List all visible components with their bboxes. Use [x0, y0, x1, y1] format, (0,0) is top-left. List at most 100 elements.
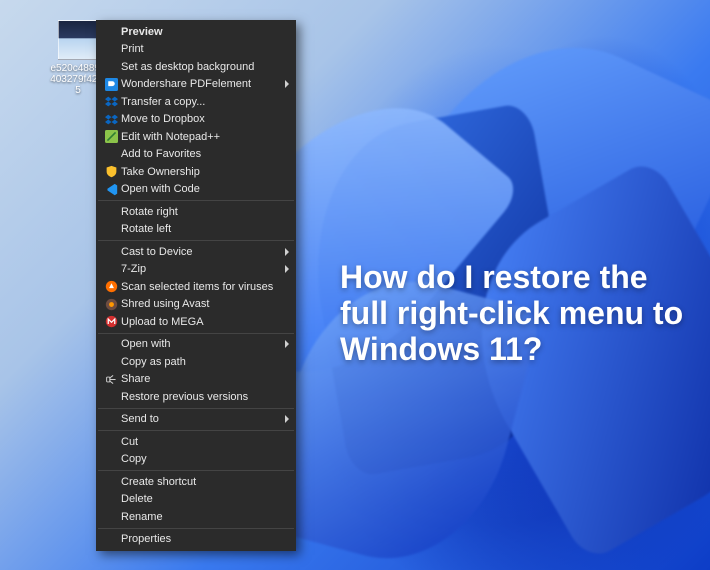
menu-item-7-zip[interactable]: 7-Zip	[97, 261, 295, 279]
submenu-arrow-icon	[285, 80, 289, 88]
menu-item-label: Edit with Notepad++	[121, 131, 277, 143]
menu-item-label: Properties	[121, 533, 277, 545]
menu-separator	[98, 200, 294, 201]
menu-item-label: Rotate left	[121, 223, 277, 235]
menu-item-label: Rotate right	[121, 206, 277, 218]
blank-icon	[101, 205, 121, 219]
menu-item-rename[interactable]: Rename	[97, 508, 295, 526]
menu-item-create-shortcut[interactable]: Create shortcut	[97, 473, 295, 491]
blank-icon	[101, 510, 121, 524]
menu-item-upload-to-mega[interactable]: Upload to MEGA	[97, 313, 295, 331]
menu-item-label: Delete	[121, 493, 277, 505]
menu-item-edit-with-notepad[interactable]: Edit with Notepad++	[97, 128, 295, 146]
menu-item-label: Copy as path	[121, 356, 277, 368]
menu-item-wondershare-pdfelement[interactable]: Wondershare PDFelement	[97, 76, 295, 94]
notepadpp-icon	[101, 130, 121, 144]
blank-icon	[101, 532, 121, 546]
menu-item-restore-previous-versions[interactable]: Restore previous versions	[97, 388, 295, 406]
menu-item-label: Move to Dropbox	[121, 113, 277, 125]
menu-separator	[98, 408, 294, 409]
blank-icon	[101, 355, 121, 369]
menu-item-label: Rename	[121, 511, 277, 523]
menu-item-cut[interactable]: Cut	[97, 433, 295, 451]
menu-item-label: Transfer a copy...	[121, 96, 277, 108]
avast-dark-icon	[101, 297, 121, 311]
menu-item-label: Copy	[121, 453, 277, 465]
menu-item-label: Open with	[121, 338, 277, 350]
file-thumbnail-icon	[58, 20, 98, 60]
menu-item-cast-to-device[interactable]: Cast to Device	[97, 243, 295, 261]
desktop-wallpaper: e520c48899403279f429f5 PreviewPrintSet a…	[0, 0, 710, 570]
dropbox-icon	[101, 112, 121, 126]
blank-icon	[101, 262, 121, 276]
menu-item-take-ownership[interactable]: Take Ownership	[97, 163, 295, 181]
dropbox-icon	[101, 95, 121, 109]
menu-separator	[98, 470, 294, 471]
blank-icon	[101, 25, 121, 39]
menu-item-rotate-right[interactable]: Rotate right	[97, 203, 295, 221]
menu-item-label: Wondershare PDFelement	[121, 78, 277, 90]
menu-item-label: Share	[121, 373, 277, 385]
submenu-arrow-icon	[285, 248, 289, 256]
menu-item-shred-using-avast[interactable]: Shred using Avast	[97, 296, 295, 314]
menu-item-label: Create shortcut	[121, 476, 277, 488]
blank-icon	[101, 245, 121, 259]
avast-icon	[101, 280, 121, 294]
vscode-icon	[101, 182, 121, 196]
blank-icon	[101, 222, 121, 236]
blank-icon	[101, 42, 121, 56]
menu-item-label: Open with Code	[121, 183, 277, 195]
menu-item-delete[interactable]: Delete	[97, 491, 295, 509]
menu-item-move-to-dropbox[interactable]: Move to Dropbox	[97, 111, 295, 129]
blank-icon	[101, 452, 121, 466]
blank-icon	[101, 412, 121, 426]
menu-item-label: Restore previous versions	[121, 391, 277, 403]
blank-icon	[101, 60, 121, 74]
menu-item-send-to[interactable]: Send to	[97, 411, 295, 429]
menu-item-preview[interactable]: Preview	[97, 23, 295, 41]
menu-separator	[98, 528, 294, 529]
menu-item-copy[interactable]: Copy	[97, 451, 295, 469]
menu-item-copy-as-path[interactable]: Copy as path	[97, 353, 295, 371]
menu-item-label: Cut	[121, 436, 277, 448]
menu-item-open-with[interactable]: Open with	[97, 336, 295, 354]
blank-icon	[101, 337, 121, 351]
menu-item-label: Shred using Avast	[121, 298, 277, 310]
menu-item-properties[interactable]: Properties	[97, 531, 295, 549]
menu-item-label: Add to Favorites	[121, 148, 277, 160]
menu-item-print[interactable]: Print	[97, 41, 295, 59]
submenu-arrow-icon	[285, 340, 289, 348]
blank-icon	[101, 435, 121, 449]
menu-item-label: Upload to MEGA	[121, 316, 277, 328]
mega-icon	[101, 315, 121, 329]
pdfelement-icon	[101, 77, 121, 91]
headline-text: How do I restore the full right-click me…	[340, 260, 690, 367]
menu-item-open-with-code[interactable]: Open with Code	[97, 181, 295, 199]
menu-item-scan-selected-items-for-viruses[interactable]: Scan selected items for viruses	[97, 278, 295, 296]
menu-item-set-as-desktop-background[interactable]: Set as desktop background	[97, 58, 295, 76]
menu-item-label: Print	[121, 43, 277, 55]
menu-item-rotate-left[interactable]: Rotate left	[97, 221, 295, 239]
blank-icon	[101, 147, 121, 161]
menu-item-label: Take Ownership	[121, 166, 277, 178]
menu-separator	[98, 333, 294, 334]
blank-icon	[101, 390, 121, 404]
submenu-arrow-icon	[285, 415, 289, 423]
blank-icon	[101, 492, 121, 506]
shield-gold-icon	[101, 165, 121, 179]
menu-item-label: 7-Zip	[121, 263, 277, 275]
menu-item-label: Cast to Device	[121, 246, 277, 258]
menu-item-transfer-a-copy[interactable]: Transfer a copy...	[97, 93, 295, 111]
menu-item-add-to-favorites[interactable]: Add to Favorites	[97, 146, 295, 164]
share-icon	[101, 372, 121, 386]
menu-separator	[98, 430, 294, 431]
submenu-arrow-icon	[285, 265, 289, 273]
menu-item-label: Send to	[121, 413, 277, 425]
menu-item-share[interactable]: Share	[97, 371, 295, 389]
context-menu: Preview Print Set as desktop background Won…	[96, 20, 296, 551]
menu-item-label: Preview	[121, 26, 277, 38]
menu-item-label: Set as desktop background	[121, 61, 277, 73]
menu-item-label: Scan selected items for viruses	[121, 281, 277, 293]
menu-separator	[98, 240, 294, 241]
blank-icon	[101, 475, 121, 489]
